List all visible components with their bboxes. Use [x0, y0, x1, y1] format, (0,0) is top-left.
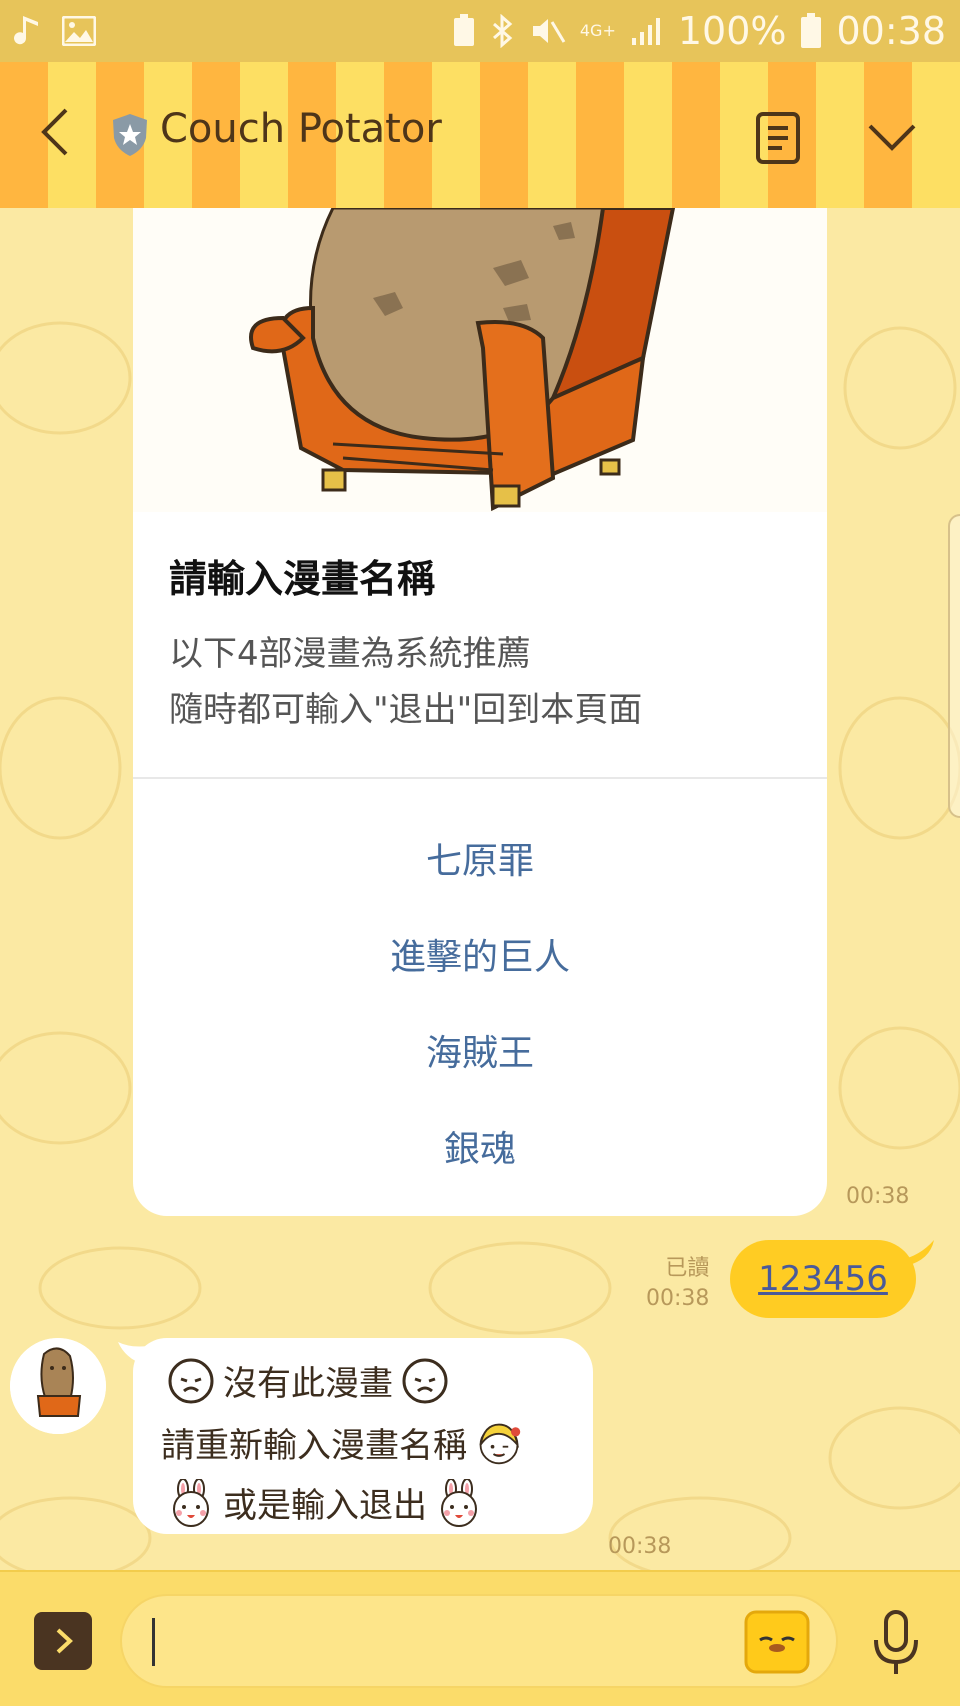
image-icon — [62, 16, 96, 46]
bunny-emoji-icon — [167, 1478, 215, 1527]
card-action-button[interactable]: 進擊的巨人 — [133, 928, 827, 980]
bunny-emoji-icon — [435, 1478, 483, 1527]
side-drawer-handle[interactable] — [948, 514, 960, 818]
message-text: 請重新輸入漫畫名稱 — [161, 1426, 467, 1466]
message-line: 沒有此漫畫 — [167, 1356, 449, 1405]
sticker-button[interactable] — [744, 1610, 810, 1674]
status-bar: 4G+ 100% 00:38 — [0, 0, 960, 62]
card-title: 請輸入漫畫名稱 — [169, 557, 436, 601]
sad-face-emoji-icon — [167, 1357, 215, 1405]
network-type-label: 4G+ — [579, 21, 616, 40]
chevron-left-icon — [41, 108, 68, 156]
chevron-right-icon — [56, 1628, 73, 1654]
received-message-bubble[interactable]: 沒有此漫畫 請重新輸入漫畫名稱 或是輸入退出 — [133, 1338, 593, 1534]
mute-icon — [530, 14, 566, 48]
message-time: 00:38 — [608, 1534, 672, 1559]
message-text: 沒有此漫畫 — [223, 1364, 393, 1404]
signal-icon — [630, 16, 664, 46]
sad-face-emoji-icon — [401, 1357, 449, 1405]
message-line: 請重新輸入漫畫名稱 — [161, 1418, 523, 1467]
card-description-line2: 隨時都可輸入"退出"回到本頁面 — [169, 690, 643, 730]
message-time: 00:38 — [846, 1184, 910, 1209]
chevron-down-icon — [868, 124, 916, 151]
read-label: 已讀 — [665, 1256, 710, 1281]
bluetooth-icon — [490, 14, 516, 48]
sent-message-bubble[interactable]: 123456 — [730, 1240, 916, 1318]
couch-potato-image — [133, 208, 827, 512]
mic-button[interactable] — [870, 1608, 922, 1676]
note-icon — [756, 112, 800, 164]
message-text: 或是輸入退出 — [223, 1486, 427, 1526]
message-time: 00:38 — [646, 1286, 710, 1311]
shield-star-icon — [110, 112, 150, 158]
card-action-button[interactable]: 七原罪 — [133, 832, 827, 884]
battery-saver-icon — [452, 14, 476, 48]
note-button[interactable] — [752, 110, 804, 166]
music-note-icon — [14, 14, 44, 48]
battery-percent: 100% — [677, 9, 787, 53]
sticker-icon — [744, 1610, 810, 1674]
menu-dropdown-button[interactable] — [862, 112, 922, 160]
chat-area[interactable]: 請輸入漫畫名稱 以下4部漫畫為系統推薦 隨時都可輸入"退出"回到本頁面 七原罪 … — [0, 208, 960, 1570]
message-line: 或是輸入退出 — [167, 1478, 483, 1527]
card-divider — [133, 777, 827, 779]
expand-menu-button[interactable] — [34, 1612, 92, 1670]
template-message-card: 請輸入漫畫名稱 以下4部漫畫為系統推薦 隨時都可輸入"退出"回到本頁面 七原罪 … — [133, 208, 827, 1216]
card-description-line1: 以下4部漫畫為系統推薦 — [169, 634, 531, 674]
battery-icon — [800, 13, 822, 49]
card-action-button[interactable]: 銀魂 — [133, 1120, 827, 1172]
bot-avatar[interactable] — [10, 1338, 106, 1434]
mic-icon — [874, 1610, 918, 1674]
card-action-button[interactable]: 海賊王 — [133, 1024, 827, 1076]
input-bar — [0, 1570, 960, 1706]
winking-girl-emoji-icon — [475, 1419, 523, 1467]
text-cursor — [152, 1618, 155, 1666]
chat-title: Couch Potator — [160, 106, 442, 152]
read-status: 已讀 00:38 — [646, 1254, 709, 1314]
chat-header: Couch Potator — [0, 62, 960, 208]
status-time: 00:38 — [836, 9, 946, 53]
back-button[interactable] — [30, 102, 90, 162]
message-input[interactable] — [120, 1594, 838, 1688]
